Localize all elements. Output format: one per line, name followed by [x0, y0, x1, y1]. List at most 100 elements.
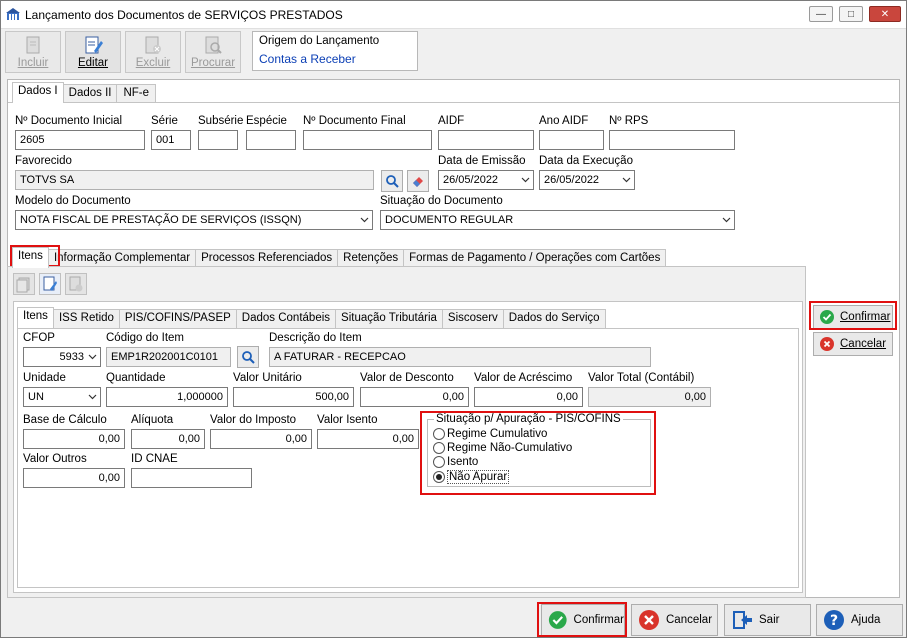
favorecido-search-button[interactable] — [381, 170, 403, 192]
add-item-button[interactable] — [13, 273, 35, 295]
main-tabs: Dados I Dados II NF-e — [12, 82, 157, 103]
delete-document-icon — [145, 36, 161, 54]
valor-imposto-label: Valor do Imposto — [210, 414, 297, 426]
modelo-select[interactable]: NOTA FISCAL DE PRESTAÇÃO DE SERVIÇOS (IS… — [15, 210, 373, 230]
chevron-down-icon — [88, 394, 97, 400]
origem-panel: Origem do Lançamento Contas a Receber — [252, 31, 418, 71]
tab-iss-retido[interactable]: ISS Retido — [52, 309, 120, 328]
delete-item-button[interactable] — [65, 273, 87, 295]
sair-button[interactable]: Sair — [724, 604, 811, 636]
cancel-icon — [639, 610, 659, 630]
rps-input[interactable] — [609, 130, 735, 150]
data-execucao-input[interactable]: 26/05/2022 — [539, 170, 635, 190]
favorecido-label: Favorecido — [15, 155, 72, 167]
serie-label: Série — [151, 115, 178, 127]
app-icon — [6, 8, 20, 20]
favorecido-input[interactable]: TOTVS SA — [15, 170, 374, 190]
ano-aidf-input[interactable] — [539, 130, 604, 150]
subserie-input[interactable] — [198, 130, 238, 150]
codigo-item-search-button[interactable] — [237, 346, 259, 368]
valor-unitario-input[interactable]: 500,00 — [233, 387, 354, 407]
quantidade-label: Quantidade — [106, 372, 166, 384]
valor-imposto-input[interactable]: 0,00 — [210, 429, 312, 449]
tab-siscoserv[interactable]: Siscoserv — [441, 309, 504, 328]
search-icon — [386, 175, 399, 188]
procurar-button[interactable]: Procurar — [185, 31, 241, 73]
chevron-down-icon — [622, 177, 631, 183]
codigo-item-input[interactable]: EMP1R202001C0101 — [106, 347, 231, 367]
edit-item-button[interactable] — [39, 273, 61, 295]
valor-acrescimo-label: Valor de Acréscimo — [474, 372, 573, 384]
tab-situacao-tributaria[interactable]: Situação Tributária — [335, 309, 443, 328]
cancel-icon — [820, 337, 834, 351]
valor-outros-label: Valor Outros — [23, 453, 87, 465]
tab-dados-servico[interactable]: Dados do Serviço — [502, 309, 606, 328]
data-emissao-label: Data de Emissão — [438, 155, 526, 167]
add-item-icon — [16, 277, 30, 293]
exit-icon — [733, 611, 752, 629]
main-window: Lançamento dos Documentos de SERVIÇOS PR… — [0, 0, 907, 638]
doc-inicial-input[interactable]: 2605 — [15, 130, 145, 150]
tab-dados-contabeis[interactable]: Dados Contábeis — [235, 309, 337, 328]
favorecido-clear-button[interactable] — [407, 170, 429, 192]
rps-label: Nº RPS — [609, 115, 649, 127]
chevron-down-icon — [521, 177, 530, 183]
valor-isento-label: Valor Isento — [317, 414, 378, 426]
aidf-label: AIDF — [438, 115, 465, 127]
quantidade-input[interactable]: 1,000000 — [106, 387, 228, 407]
tab-nfe[interactable]: NF-e — [116, 84, 157, 103]
tab-itens[interactable]: Itens — [12, 247, 49, 268]
serie-input[interactable]: 001 — [151, 130, 191, 150]
close-button[interactable]: ✕ — [869, 6, 901, 22]
codigo-item-label: Código do Item — [106, 332, 184, 344]
edit-document-icon — [85, 36, 103, 54]
maximize-button[interactable]: □ — [839, 6, 863, 22]
especie-label: Espécie — [246, 115, 287, 127]
id-cnae-label: ID CNAE — [131, 453, 178, 465]
tab-dados-i[interactable]: Dados I — [12, 82, 64, 103]
valor-acrescimo-input[interactable]: 0,00 — [474, 387, 583, 407]
tab-item-itens[interactable]: Itens — [17, 307, 54, 328]
edit-item-icon — [43, 276, 57, 291]
descricao-label: Descrição do Item — [269, 332, 362, 344]
chevron-down-icon — [722, 217, 731, 223]
descricao-input[interactable]: A FATURAR - RECEPCAO — [269, 347, 651, 367]
subserie-label: Subsérie — [198, 115, 244, 127]
data-emissao-input[interactable]: 26/05/2022 — [438, 170, 534, 190]
base-calculo-input[interactable]: 0,00 — [23, 429, 125, 449]
especie-input[interactable] — [246, 130, 296, 150]
valor-isento-input[interactable]: 0,00 — [317, 429, 419, 449]
chevron-down-icon — [88, 354, 97, 360]
tab-pis-cofins-pasep[interactable]: PIS/COFINS/PASEP — [118, 309, 237, 328]
ajuda-button[interactable]: ? Ajuda — [816, 604, 903, 636]
id-cnae-input[interactable] — [131, 468, 252, 488]
valor-total-input[interactable]: 0,00 — [588, 387, 711, 407]
cancelar-button[interactable]: Cancelar — [631, 604, 718, 636]
valor-desconto-input[interactable]: 0,00 — [360, 387, 469, 407]
chevron-down-icon — [360, 217, 369, 223]
apuracao-highlight — [420, 411, 656, 495]
unidade-select[interactable]: UN — [23, 387, 101, 407]
aliquota-input[interactable]: 0,00 — [131, 429, 205, 449]
doc-final-input[interactable] — [303, 130, 432, 150]
side-cancelar-button[interactable]: Cancelar — [813, 332, 893, 356]
valor-outros-input[interactable]: 0,00 — [23, 468, 125, 488]
search-icon — [242, 351, 255, 364]
valor-desconto-label: Valor de Desconto — [360, 372, 454, 384]
origem-label: Origem do Lançamento — [259, 35, 380, 47]
tab-dados-ii[interactable]: Dados II — [62, 84, 118, 103]
item-tabs: Itens ISS Retido PIS/COFINS/PASEP Dados … — [17, 307, 606, 328]
editar-button[interactable]: Editar — [65, 31, 121, 73]
aliquota-label: Alíquota — [131, 414, 174, 426]
new-document-icon — [26, 36, 40, 54]
cfop-select[interactable]: 5933 — [23, 347, 101, 367]
situacao-select[interactable]: DOCUMENTO REGULAR — [380, 210, 735, 230]
ano-aidf-label: Ano AIDF — [539, 115, 589, 127]
delete-item-icon — [69, 276, 83, 292]
doc-final-label: Nº Documento Final — [303, 115, 406, 127]
excluir-button[interactable]: Excluir — [125, 31, 181, 73]
incluir-button[interactable]: Incluir — [5, 31, 61, 73]
minimize-button[interactable]: — — [809, 6, 833, 22]
aidf-input[interactable] — [438, 130, 534, 150]
search-document-icon — [205, 36, 222, 54]
